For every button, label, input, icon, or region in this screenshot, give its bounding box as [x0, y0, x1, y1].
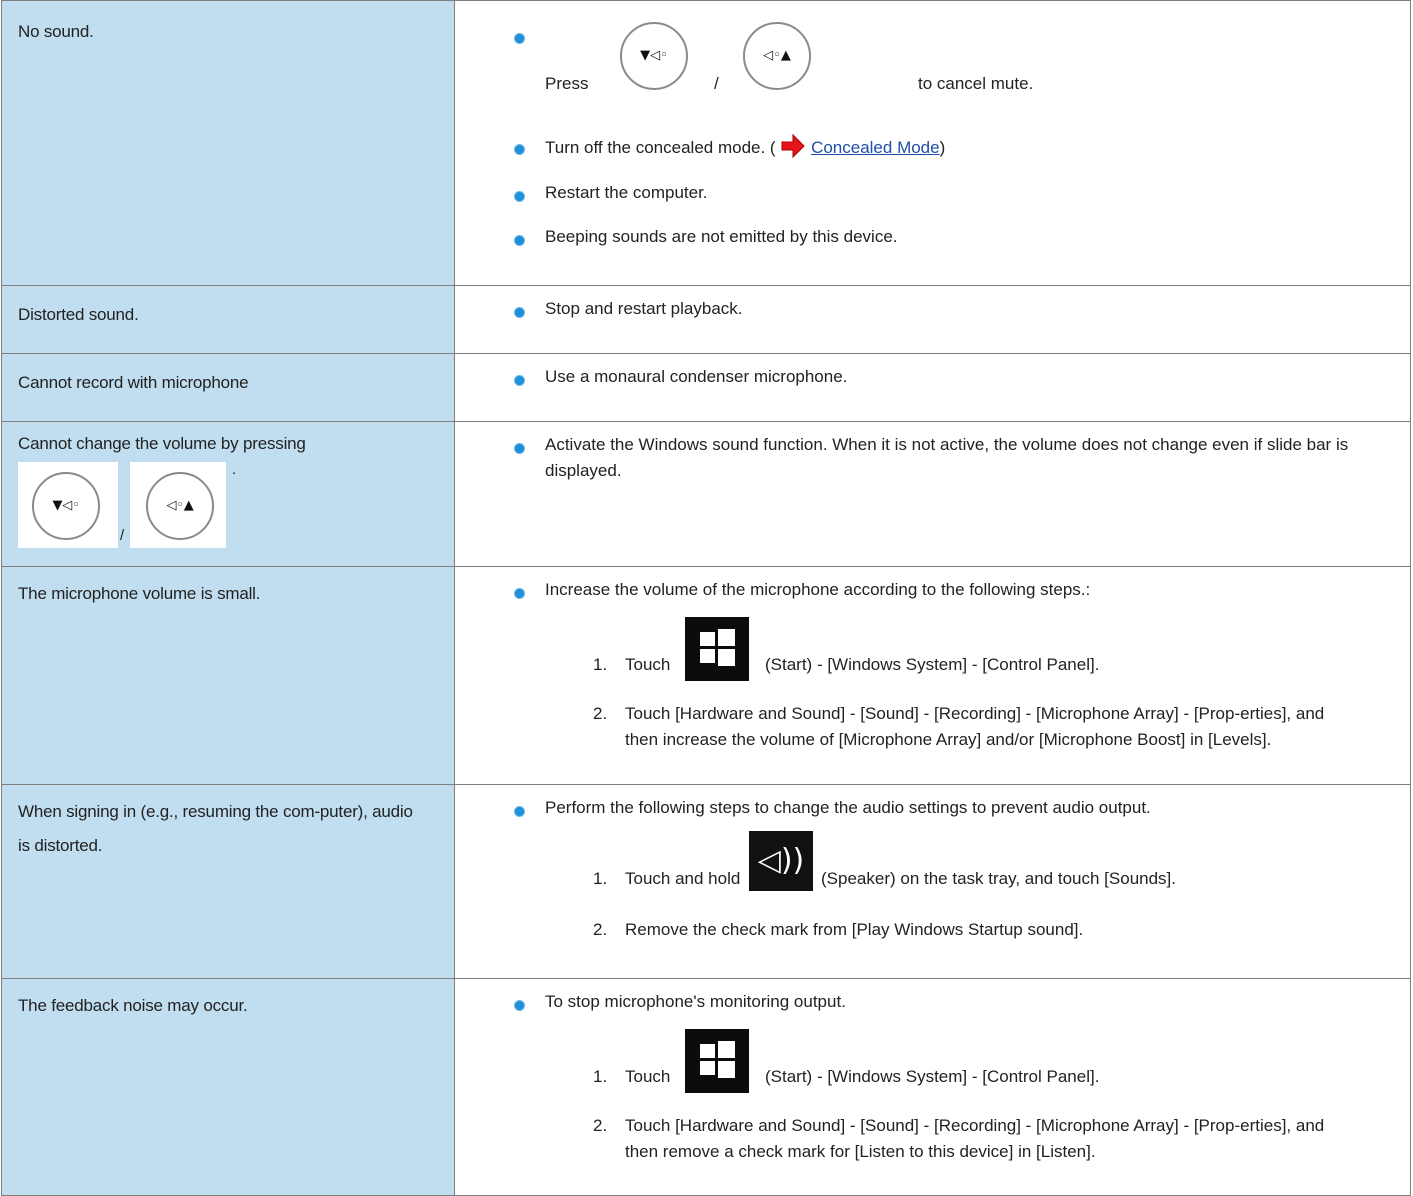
- problem-cell: Cannot record with microphone: [1, 353, 455, 422]
- table-row: When signing in (e.g., resuming the com-…: [1, 784, 1411, 979]
- list-item: Beeping sounds are not emitted by this d…: [514, 224, 1410, 250]
- list-item: Restart the computer.: [514, 180, 1410, 206]
- problem-cell: Cannot change the volume by pressing ▼◁◦…: [1, 421, 455, 567]
- solution-text: Stop and restart playback.: [545, 299, 743, 318]
- step-text: (Start) - [Windows System] - [Control Pa…: [765, 655, 1100, 674]
- concealed-text: Turn off the concealed mode. (: [545, 138, 776, 157]
- solution-cell: Perform the following steps to change th…: [454, 784, 1411, 979]
- step-number: 1.: [593, 1067, 608, 1086]
- table-row: No sound. Press ▼◁◦ / ◁◦▲ to cancel mute…: [1, 0, 1411, 286]
- list-item: Activate the Windows sound function. Whe…: [514, 432, 1390, 484]
- solution-cell: Activate the Windows sound function. Whe…: [454, 421, 1411, 567]
- step-text: Touch and hold: [625, 869, 741, 888]
- volume-up-key-icon: ◁◦▲: [743, 22, 811, 90]
- period-text: .: [232, 461, 236, 478]
- step-item: 1. Touch (Start) - [Windows System] - [C…: [593, 617, 1360, 681]
- slash-text: /: [120, 527, 124, 544]
- list-item: Perform the following steps to change th…: [514, 795, 1410, 821]
- table-row: The microphone volume is small. Increase…: [1, 566, 1411, 785]
- arrow-right-icon: [781, 133, 806, 159]
- step-item: 2. Touch [Hardware and Sound] - [Sound] …: [593, 1113, 1360, 1165]
- step-number: 1.: [593, 655, 608, 674]
- solution-text: To stop microphone's monitoring output.: [545, 992, 846, 1011]
- step-number: 2.: [593, 704, 608, 723]
- beep-text: Beeping sounds are not emitted by this d…: [545, 227, 898, 246]
- step-text: Touch [Hardware and Sound] - [Sound] - […: [625, 1116, 1325, 1161]
- step-text: Touch: [625, 655, 671, 674]
- solution-text: Use a monaural condenser microphone.: [545, 367, 848, 386]
- step-item: 2. Touch [Hardware and Sound] - [Sound] …: [593, 701, 1360, 753]
- table-row: Distorted sound. Stop and restart playba…: [1, 285, 1411, 354]
- problem-cell: When signing in (e.g., resuming the com-…: [1, 784, 455, 979]
- table-row: Cannot change the volume by pressing ▼◁◦…: [1, 421, 1411, 567]
- step-item: 1. Touch (Start) - [Windows System] - [C…: [593, 1029, 1360, 1093]
- list-item: Press ▼◁◦ / ◁◦▲ to cancel mute.: [514, 22, 1410, 112]
- windows-start-icon: [685, 1029, 749, 1093]
- step-number: 2.: [593, 920, 608, 939]
- problem-cell: No sound.: [1, 0, 455, 286]
- troubleshooting-table: No sound. Press ▼◁◦ / ◁◦▲ to cancel mute…: [1, 0, 1411, 1196]
- step-text: Touch [Hardware and Sound] - [Sound] - […: [625, 704, 1325, 749]
- problem-cell: Distorted sound.: [1, 285, 455, 354]
- step-item: 2. Remove the check mark from [Play Wind…: [593, 917, 1370, 943]
- paren-text: ): [939, 138, 946, 157]
- speaker-icon: ◁)): [749, 831, 813, 891]
- list-item: Stop and restart playback.: [514, 296, 1410, 322]
- problem-cell: The microphone volume is small.: [1, 566, 455, 785]
- problem-cell: The feedback noise may occur.: [1, 978, 455, 1196]
- slash-text: /: [714, 74, 719, 93]
- solution-cell: Press ▼◁◦ / ◁◦▲ to cancel mute. Turn off…: [454, 0, 1411, 286]
- concealed-mode-link[interactable]: Concealed Mode: [811, 138, 940, 157]
- step-text: Remove the check mark from [Play Windows…: [625, 920, 1084, 939]
- solution-cell: To stop microphone's monitoring output. …: [454, 978, 1411, 1196]
- step-text: Touch: [625, 1067, 671, 1086]
- step-number: 2.: [593, 1116, 608, 1135]
- cancel-mute-text: to cancel mute.: [918, 74, 1034, 93]
- volume-down-key-icon: ▼◁◦: [620, 22, 688, 90]
- table-row: Cannot record with microphone Use a mona…: [1, 353, 1411, 422]
- solution-cell: Stop and restart playback.: [454, 285, 1411, 354]
- list-item: Increase the volume of the microphone ac…: [514, 577, 1410, 603]
- list-item: To stop microphone's monitoring output.: [514, 989, 1410, 1015]
- solution-text: Activate the Windows sound function. Whe…: [545, 435, 1349, 480]
- table-row: The feedback noise may occur. To stop mi…: [1, 978, 1411, 1196]
- solution-cell: Increase the volume of the microphone ac…: [454, 566, 1411, 785]
- list-item: Use a monaural condenser microphone.: [514, 364, 1410, 390]
- step-number: 1.: [593, 869, 608, 888]
- list-item: Turn off the concealed mode. ( Concealed…: [514, 133, 1410, 161]
- restart-text: Restart the computer.: [545, 183, 708, 202]
- solution-text: Perform the following steps to change th…: [545, 798, 1151, 817]
- problem-text: When signing in (e.g., resuming the com-…: [18, 802, 413, 855]
- volume-down-key-icon: ▼◁◦: [32, 472, 100, 540]
- problem-text: Cannot change the volume by pressing: [18, 434, 306, 453]
- press-text: Press: [545, 74, 589, 93]
- step-item: 1. Touch and hold ◁)) (Speaker) on the t…: [593, 831, 1370, 895]
- solution-text: Increase the volume of the microphone ac…: [545, 580, 1091, 599]
- step-text: (Start) - [Windows System] - [Control Pa…: [765, 1067, 1100, 1086]
- volume-up-key-icon: ◁◦▲: [146, 472, 214, 540]
- windows-start-icon: [685, 617, 749, 681]
- step-text: (Speaker) on the task tray, and touch [S…: [821, 869, 1176, 888]
- solution-cell: Use a monaural condenser microphone.: [454, 353, 1411, 422]
